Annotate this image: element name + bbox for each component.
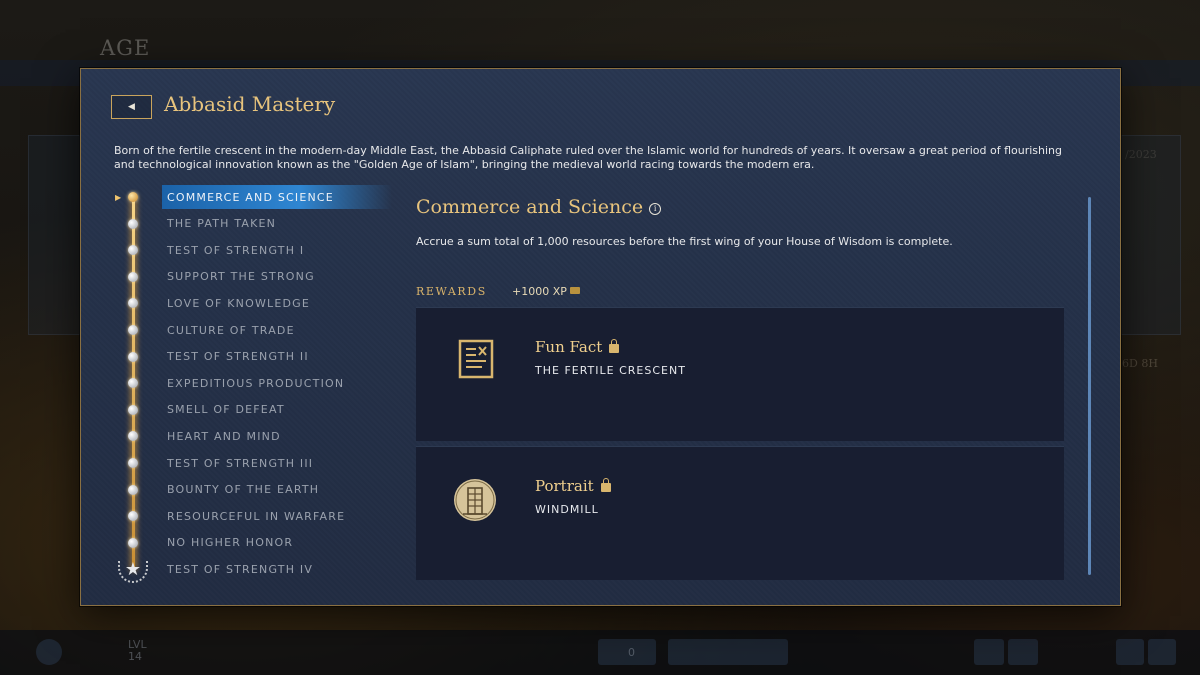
background-card-left (28, 135, 80, 335)
challenge-label: HEART AND MIND (167, 429, 281, 443)
document-icon (458, 339, 494, 379)
reward-card-portrait[interactable]: Portrait WINDMILL (416, 446, 1064, 580)
background-counter (598, 639, 656, 665)
challenge-item[interactable]: ▶ COMMERCE AND SCIENCE (114, 185, 394, 209)
challenge-title-text: Commerce and Science (416, 196, 644, 218)
challenge-item[interactable]: SUPPORT THE STRONG (114, 265, 394, 289)
challenge-label: TEST OF STRENGTH IV (167, 562, 314, 576)
challenge-item[interactable]: LOVE OF KNOWLEDGE (114, 291, 394, 315)
challenge-item[interactable]: SMELL OF DEFEAT (114, 398, 394, 422)
challenge-list: ▶ COMMERCE AND SCIENCE THE PATH TAKEN TEST … (114, 185, 394, 585)
progress-node-icon (128, 511, 138, 522)
star-wreath-icon: ★ (118, 559, 148, 584)
progress-node-icon (128, 218, 138, 229)
progress-node-icon (128, 458, 138, 468)
info-icon[interactable]: i (649, 203, 662, 215)
lock-icon (609, 339, 620, 353)
reward-card-fun-fact[interactable]: Fun Fact THE FERTILE CRESCENT (416, 307, 1064, 441)
challenge-label: TEST OF STRENGTH III (167, 456, 314, 470)
progress-node-icon (128, 192, 138, 202)
reward-name: Fun Fact (535, 338, 620, 356)
chevron-left-icon: ◀ (128, 101, 135, 112)
challenge-item[interactable]: THE PATH TAKEN (114, 212, 394, 236)
background-power-icon (1148, 639, 1176, 665)
challenge-label: COMMERCE AND SCIENCE (167, 190, 334, 204)
reward-name-text: Fun Fact (535, 338, 603, 356)
challenge-item[interactable]: EXPEDITIOUS PRODUCTION (114, 371, 394, 395)
progress-node-icon (128, 431, 138, 442)
challenge-label: RESOURCEFUL IN WARFARE (167, 509, 346, 523)
challenge-label: BOUNTY OF THE EARTH (167, 483, 320, 497)
challenge-label: EXPEDITIOUS PRODUCTION (167, 376, 345, 390)
progress-node-icon (128, 484, 138, 495)
xp-icon (569, 287, 580, 294)
reward-name: Portrait (535, 477, 611, 495)
progress-node-icon (128, 537, 138, 548)
background-timer: 6D 8H (1122, 357, 1158, 370)
challenge-item[interactable]: TEST OF STRENGTH III (114, 451, 394, 475)
challenge-item[interactable]: RESOURCEFUL IN WARFARE (114, 504, 394, 528)
background-field (668, 639, 788, 665)
windmill-portrait-icon (454, 479, 496, 521)
challenge-label: NO HIGHER HONOR (167, 536, 294, 550)
modal-description: Born of the fertile crescent in the mode… (114, 144, 1062, 171)
challenge-item[interactable]: ★ TEST OF STRENGTH IV (114, 557, 394, 584)
xp-value: +1000 XP (512, 285, 567, 298)
reward-subtitle: THE FERTILE CRESCENT (535, 364, 686, 377)
challenge-item[interactable]: CULTURE OF TRADE (114, 318, 394, 342)
challenge-description: Accrue a sum total of 1,000 resources be… (416, 235, 953, 248)
background-counter-value: 0 (628, 646, 635, 659)
reward-subtitle: WINDMILL (535, 503, 599, 516)
progress-node-icon (128, 351, 138, 362)
challenge-item[interactable]: TEST OF STRENGTH I (114, 238, 394, 262)
progress-node-icon (128, 378, 138, 389)
modal-title: Abbasid Mastery (164, 92, 336, 116)
challenge-label: SUPPORT THE STRONG (167, 270, 315, 284)
detail-scrollbar[interactable] (1088, 197, 1091, 575)
rewards-label: REWARDS (416, 285, 487, 298)
back-button[interactable]: ◀ (111, 95, 152, 119)
challenge-item[interactable]: NO HIGHER HONOR (114, 531, 394, 555)
challenge-label: SMELL OF DEFEAT (167, 403, 285, 417)
challenge-item[interactable]: BOUNTY OF THE EARTH (114, 478, 394, 502)
challenge-label: LOVE OF KNOWLEDGE (167, 296, 311, 310)
background-button-1 (974, 639, 1004, 665)
background-settings-icon (1116, 639, 1144, 665)
challenge-label: CULTURE OF TRADE (167, 323, 295, 337)
lock-icon (600, 478, 611, 492)
challenge-item[interactable]: HEART AND MIND (114, 424, 394, 448)
reward-name-text: Portrait (535, 477, 594, 495)
challenge-item[interactable]: TEST OF STRENGTH II (114, 345, 394, 369)
progress-node-icon (128, 271, 138, 282)
background-card-right (1121, 135, 1181, 335)
background-title: AGE (100, 36, 151, 60)
challenge-label: TEST OF STRENGTH I (167, 243, 305, 257)
background-button-2 (1008, 639, 1038, 665)
progress-node-icon (128, 245, 138, 256)
challenge-label: THE PATH TAKEN (167, 217, 277, 231)
background-plus-icon (36, 639, 62, 665)
challenge-title: Commerce and Science i (416, 196, 662, 218)
mastery-modal: ◀ Abbasid Mastery Born of the fertile cr… (80, 68, 1121, 606)
progress-node-icon (128, 298, 138, 309)
background-level-value: 14 (128, 650, 142, 663)
challenge-label: TEST OF STRENGTH II (167, 350, 309, 364)
xp-reward: +1000 XP (512, 285, 580, 298)
progress-node-icon (128, 325, 138, 335)
selected-arrow-icon: ▶ (115, 192, 122, 202)
progress-node-icon (128, 404, 138, 415)
background-bottom-bar: LVL 14 0 (0, 630, 1200, 675)
